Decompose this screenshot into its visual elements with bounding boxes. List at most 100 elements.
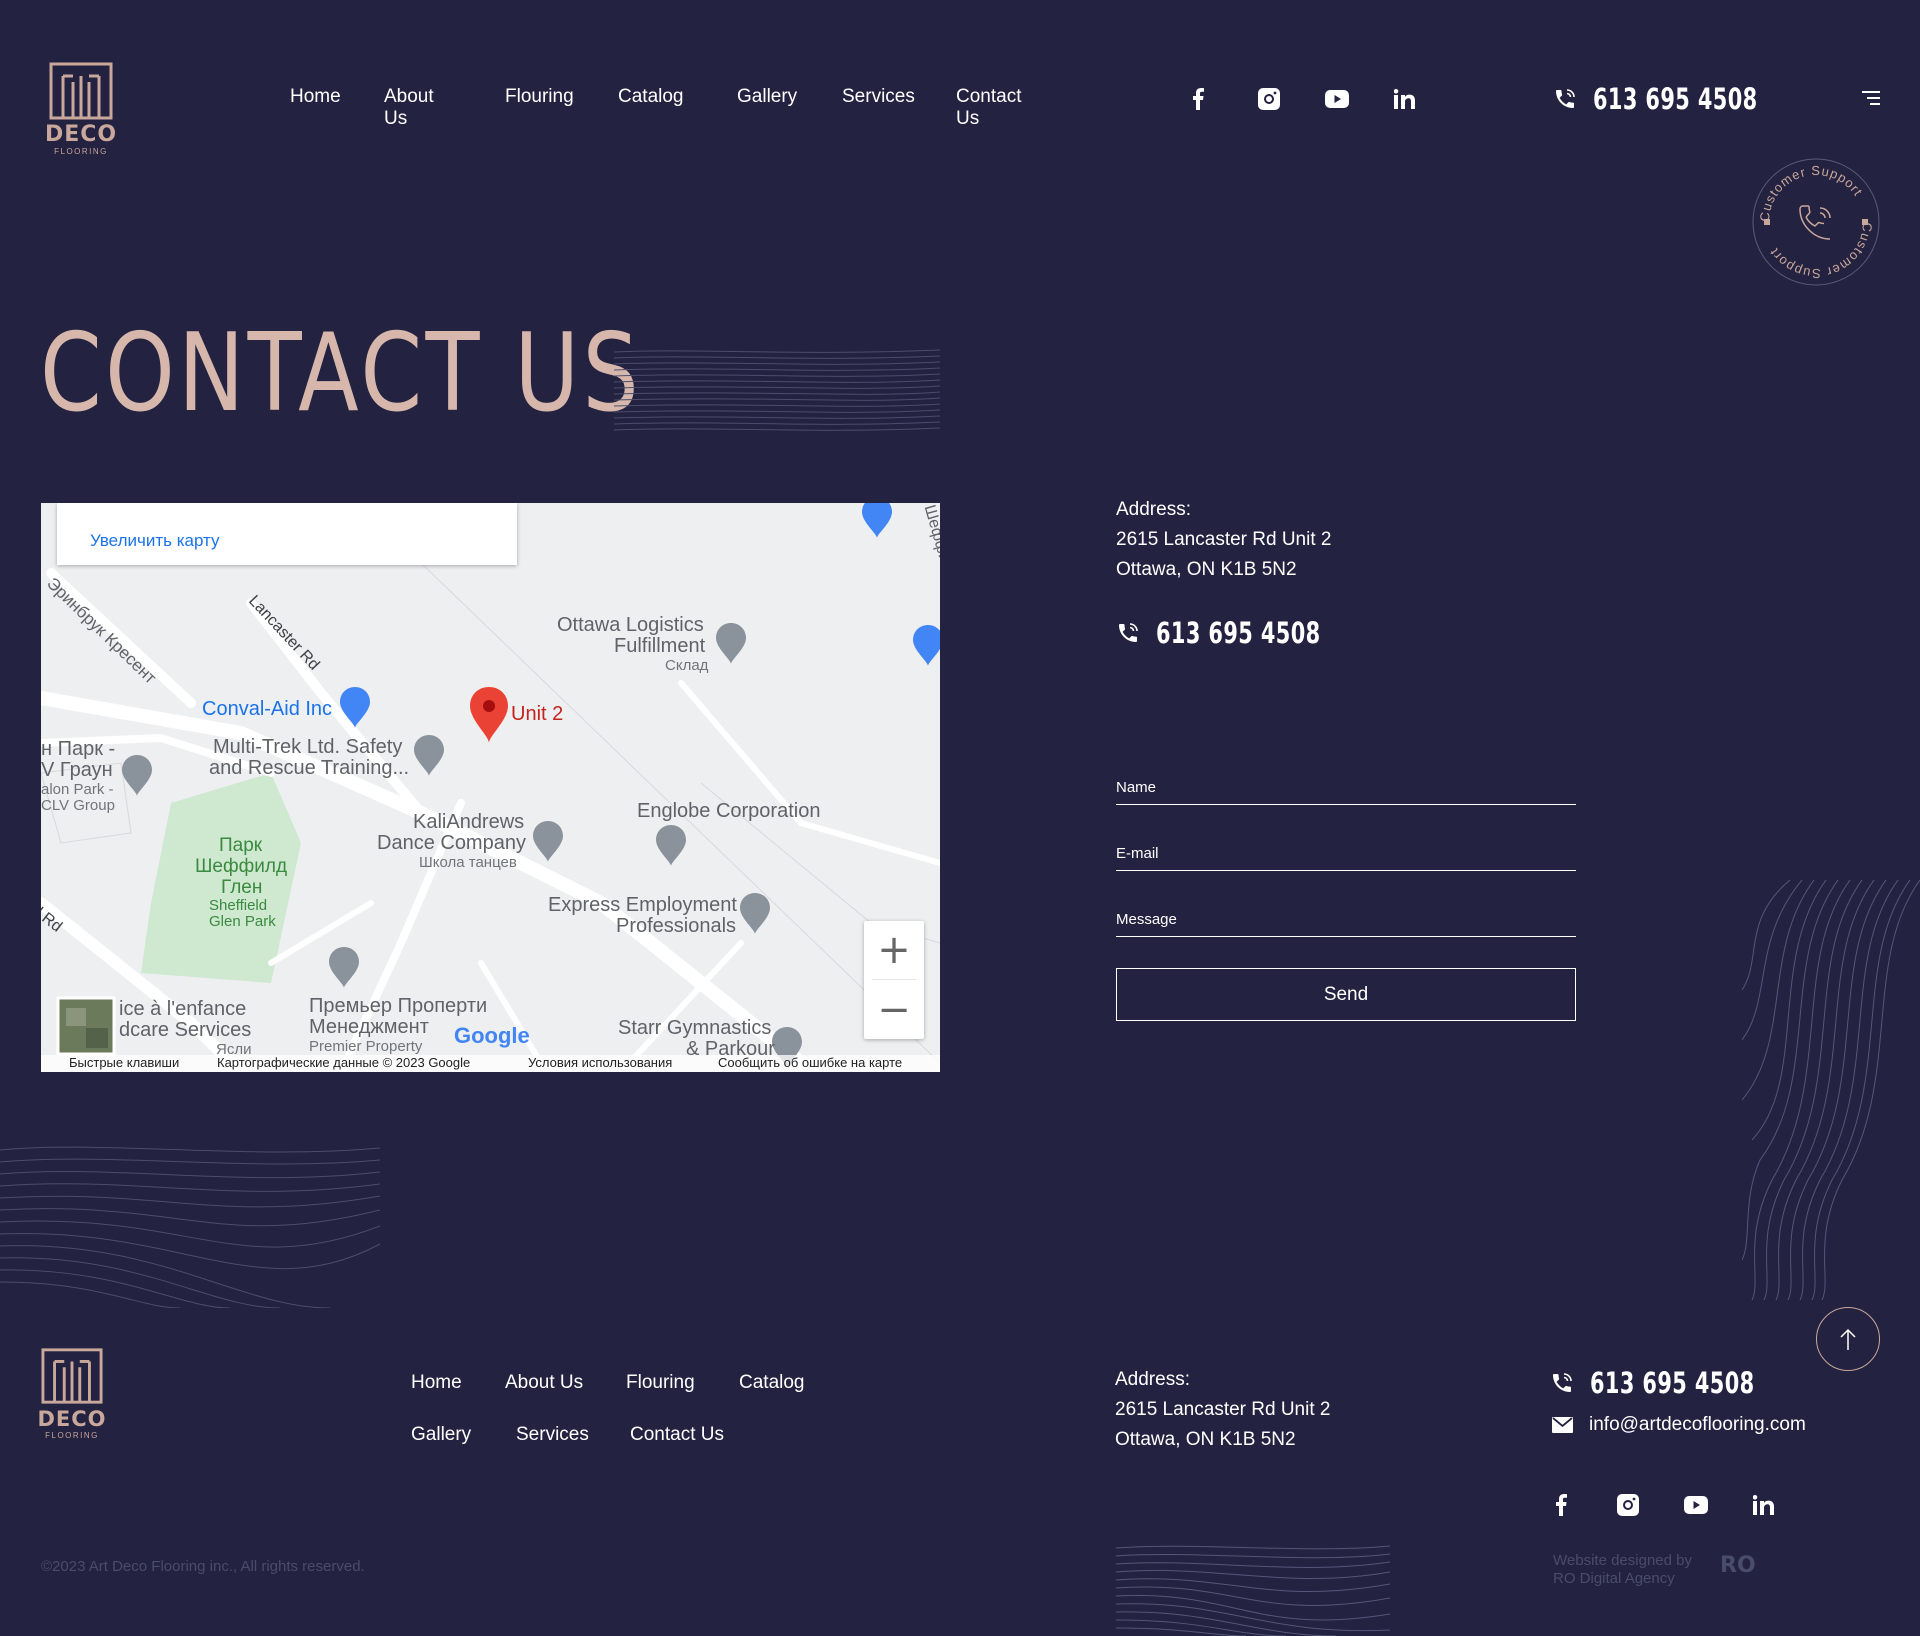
map-label-park-left4: CLV Group: [41, 797, 115, 814]
decorative-contour-title: [614, 349, 940, 431]
decorative-contour-right: [1742, 880, 1920, 1300]
map-label-englobe: Englobe Corporation: [637, 800, 821, 822]
map-roads: [41, 503, 940, 1072]
map-zoom-control: + −: [864, 921, 924, 1039]
credit-line2: RO Digital Agency: [1553, 1570, 1675, 1587]
svg-text:Customer Support: Customer Support: [1766, 222, 1875, 281]
map-data-text: Картографические данные © 2023 Google: [217, 1055, 471, 1070]
google-logo: Google: [454, 1023, 530, 1048]
facebook-icon[interactable]: [1192, 88, 1204, 115]
map-enlarge-link[interactable]: Увеличить карту: [90, 531, 220, 551]
footer-address-line1: 2615 Lancaster Rd Unit 2: [1115, 1399, 1331, 1420]
header-phone[interactable]: 613 695 4508: [1553, 82, 1799, 116]
decorative-contour-footer: [1116, 1545, 1390, 1636]
arrow-up-icon: [1840, 1328, 1856, 1350]
footer-nav-catalog[interactable]: Catalog: [739, 1372, 805, 1394]
map-pin-marker: [470, 687, 508, 743]
logo-word: DECO: [44, 122, 118, 147]
zoom-in-button[interactable]: +: [864, 921, 924, 979]
send-button[interactable]: Send: [1116, 968, 1576, 1021]
name-field-label[interactable]: Name: [1116, 779, 1156, 796]
map-label-express2: Professionals: [616, 915, 737, 937]
map-label-park3: Глен: [221, 877, 263, 898]
nav-about[interactable]: About Us: [384, 86, 434, 130]
map-label-kali3: Школа танцев: [419, 854, 517, 871]
back-to-top-button[interactable]: [1816, 1307, 1880, 1371]
name-field[interactable]: [1116, 804, 1576, 805]
email-field[interactable]: [1116, 870, 1576, 871]
nav-contact[interactable]: Contact Us: [956, 86, 1021, 130]
footer-nav-contact[interactable]: Contact Us: [630, 1424, 724, 1446]
customer-support-badge[interactable]: Customer Support Customer Support: [1752, 158, 1880, 286]
instagram-icon[interactable]: [1258, 88, 1280, 115]
map-label-unit2: Unit 2: [511, 703, 564, 725]
map-label-conval: Conval-Aid Inc: [202, 698, 333, 720]
instagram-icon[interactable]: [1617, 1494, 1639, 1521]
agency-logo: RO: [1720, 1553, 1756, 1578]
linkedin-icon[interactable]: [1393, 89, 1415, 114]
facebook-icon[interactable]: [1555, 1494, 1567, 1521]
map-attribution: Быстрые клавиши Картографические данные …: [41, 1055, 940, 1072]
footer-nav-services[interactable]: Services: [516, 1424, 589, 1446]
map-report-link[interactable]: Сообщить об ошибке на карте: [718, 1055, 902, 1070]
map-label-multitrek1: Multi-Trek Ltd. Safety: [213, 736, 403, 758]
map-label-park-left3: alon Park -: [41, 781, 114, 798]
contact-phone-number: 613 695 4508: [1156, 616, 1321, 650]
map-label-express1: Express Employment: [548, 894, 737, 916]
designer-credit[interactable]: Website designed by RO Digital Agency: [1553, 1552, 1692, 1588]
footer-nav-about[interactable]: About Us: [505, 1372, 583, 1394]
map-label-park5: Glen Park: [209, 913, 276, 930]
youtube-icon[interactable]: [1325, 90, 1349, 113]
map-shortcuts-link[interactable]: Быстрые клавиши: [69, 1055, 179, 1070]
support-badge-text: Customer Support: [1757, 163, 1865, 222]
nav-home[interactable]: Home: [290, 86, 341, 108]
footer-logo-word: DECO: [37, 1407, 107, 1431]
contact-phone[interactable]: 613 695 4508: [1116, 616, 1362, 650]
logo-sub: FLOORING: [54, 147, 108, 156]
footer-nav-gallery[interactable]: Gallery: [411, 1424, 471, 1446]
svg-text:Customer Support: Customer Support: [1757, 163, 1866, 222]
email-field-label[interactable]: E-mail: [1116, 845, 1159, 862]
credit-line1: Website designed by: [1553, 1552, 1692, 1569]
map-label-premier3: Premier Property: [309, 1038, 423, 1055]
map-label-sklad: Склад: [665, 657, 709, 674]
header-logo[interactable]: DECO FLOORING: [44, 62, 118, 156]
zoom-out-button[interactable]: −: [864, 981, 924, 1039]
map-label-park-left2: V Граун: [41, 759, 113, 781]
map-label-multitrek2: and Rescue Training...: [209, 757, 410, 779]
contact-address: Address: 2615 Lancaster Rd Unit 2 Ottawa…: [1116, 495, 1331, 585]
footer-phone-number: 613 695 4508: [1590, 1366, 1755, 1400]
phone-icon: [1553, 1373, 1572, 1392]
nav-flouring[interactable]: Flouring: [505, 86, 574, 108]
footer-nav-flouring[interactable]: Flouring: [626, 1372, 695, 1394]
map-label-park1: Парк: [219, 835, 263, 856]
footer-logo-sub: FLOORING: [45, 1431, 99, 1440]
footer-logo[interactable]: DECO FLOORING: [37, 1347, 107, 1440]
header-phone-number: 613 695 4508: [1593, 82, 1758, 116]
map-label-enfance1: ice à l'enfance: [119, 998, 247, 1020]
map-label-kali2: Dance Company: [377, 832, 526, 854]
linkedin-icon[interactable]: [1752, 1495, 1774, 1520]
map-label-kali1: KaliAndrews: [413, 811, 525, 833]
menu-icon[interactable]: [1860, 90, 1880, 111]
message-field-label[interactable]: Message: [1116, 911, 1177, 928]
map-info-card: Увеличить карту: [57, 503, 517, 565]
map-label-ottawa-logistics: Ottawa Logistics: [557, 614, 704, 636]
footer-email-text: info@artdecoflooring.com: [1589, 1414, 1806, 1435]
nav-gallery[interactable]: Gallery: [737, 86, 797, 108]
address-line1: 2615 Lancaster Rd Unit 2: [1116, 529, 1332, 550]
footer-nav-home[interactable]: Home: [411, 1372, 462, 1394]
message-field[interactable]: [1116, 936, 1576, 937]
map-label-park4: Sheffield: [209, 897, 268, 914]
nav-catalog[interactable]: Catalog: [618, 86, 684, 108]
logo-mark-icon: [49, 62, 113, 120]
google-map[interactable]: Увеличить карту Эринбрук Кресент Lancast…: [41, 503, 940, 1072]
youtube-icon[interactable]: [1684, 1496, 1708, 1519]
logo-mark-icon: [41, 1348, 103, 1404]
address-label: Address:: [1116, 499, 1191, 520]
footer-address-line2: Ottawa, ON K1B 5N2: [1115, 1429, 1296, 1450]
map-terms-link[interactable]: Условия использования: [528, 1055, 672, 1070]
nav-services[interactable]: Services: [842, 86, 915, 108]
footer-phone[interactable]: 613 695 4508: [1550, 1366, 1796, 1400]
footer-email[interactable]: info@artdecoflooring.com: [1552, 1414, 1806, 1436]
